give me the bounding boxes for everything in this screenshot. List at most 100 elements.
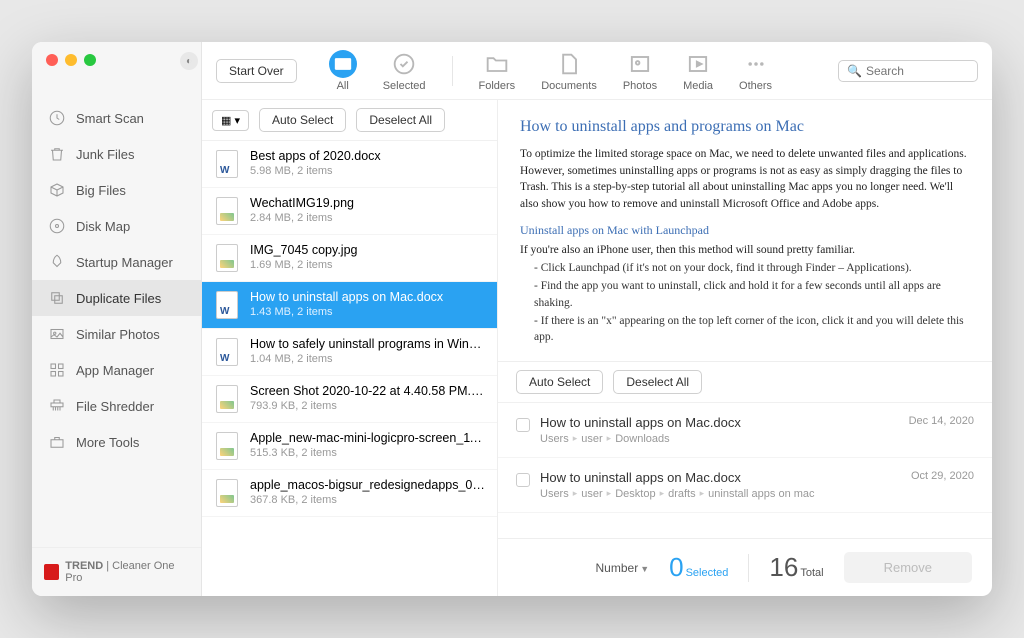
duplicate-checkbox[interactable]: [516, 473, 530, 487]
selected-count: 0Selected: [669, 552, 728, 583]
file-type-icon: [214, 290, 240, 320]
trash-icon: [48, 145, 66, 163]
rocket-icon: [48, 253, 66, 271]
chevron-right-icon: ▸: [700, 488, 705, 499]
file-type-icon: [214, 337, 240, 367]
sidebar-item-duplicate-files[interactable]: Duplicate Files: [32, 280, 201, 316]
filter-documents[interactable]: Documents: [541, 50, 597, 92]
photos-icon: [48, 325, 66, 343]
filter-label: Photos: [623, 80, 657, 92]
list-item[interactable]: How to uninstall apps on Mac.docx 1.43 MB…: [202, 282, 497, 329]
filter-media[interactable]: Media: [683, 50, 713, 92]
file-subtitle: 1.04 MB, 2 items: [250, 353, 485, 365]
duplicate-checkbox[interactable]: [516, 418, 530, 432]
list-actions: ▦ ▾ Auto Select Deselect All: [202, 100, 497, 141]
list-item[interactable]: How to safely uninstall programs in Wind…: [202, 329, 497, 376]
document-preview: How to uninstall apps and programs on Ma…: [498, 100, 992, 362]
sidebar: ◐ Smart Scan Junk Files Big Files Disk Map S…: [32, 42, 202, 596]
chevron-right-icon: ▸: [573, 488, 578, 499]
total-count: 16Total: [769, 552, 823, 583]
file-type-icon: [214, 431, 240, 461]
app-logo-icon: ◐: [180, 52, 198, 70]
sidebar-item-startup-manager[interactable]: Startup Manager: [32, 244, 201, 280]
number-dropdown[interactable]: Number▼: [596, 561, 650, 575]
file-subtitle: 5.98 MB, 2 items: [250, 165, 485, 177]
apps-icon: [48, 361, 66, 379]
filter-tabs: All Selected Folders Documents Photos Media Ot…: [329, 50, 772, 92]
sidebar-item-app-manager[interactable]: App Manager: [32, 352, 201, 388]
chevron-right-icon: ▸: [573, 433, 578, 444]
sidebar-item-label: Disk Map: [76, 219, 130, 234]
filter-label: Folders: [479, 80, 516, 92]
sidebar-item-similar-photos[interactable]: Similar Photos: [32, 316, 201, 352]
brand-footer: TREND | Cleaner One Pro: [32, 547, 201, 596]
list-item[interactable]: Screen Shot 2020-10-22 at 4.40.58 PM.png…: [202, 376, 497, 423]
list-item[interactable]: WechatIMG19.png 2.84 MB, 2 items: [202, 188, 497, 235]
file-type-icon: [214, 243, 240, 273]
maximize-window-button[interactable]: [84, 54, 96, 66]
deselect-all-button[interactable]: Deselect All: [356, 108, 445, 132]
filter-label: Others: [739, 80, 772, 92]
filter-others[interactable]: Others: [739, 50, 772, 92]
filter-all[interactable]: All: [329, 50, 357, 92]
file-subtitle: 515.3 KB, 2 items: [250, 447, 485, 459]
sidebar-item-file-shredder[interactable]: File Shredder: [32, 388, 201, 424]
file-title: WechatIMG19.png: [250, 196, 485, 210]
sidebar-item-smart-scan[interactable]: Smart Scan: [32, 100, 201, 136]
clock-icon: [48, 109, 66, 127]
list-item[interactable]: Best apps of 2020.docx5.98 MB, 2 items: [202, 141, 497, 188]
file-subtitle: 367.8 KB, 2 items: [250, 494, 485, 506]
file-list[interactable]: Best apps of 2020.docx5.98 MB, 2 itemsWe…: [202, 141, 497, 596]
sidebar-item-junk-files[interactable]: Junk Files: [32, 136, 201, 172]
sidebar-item-disk-map[interactable]: Disk Map: [32, 208, 201, 244]
sidebar-item-label: More Tools: [76, 435, 139, 450]
preview-paragraph: To optimize the limited storage space on…: [520, 146, 970, 213]
minimize-window-button[interactable]: [65, 54, 77, 66]
documents-icon: [555, 50, 583, 78]
duplicate-title: How to uninstall apps on Mac.docx: [540, 415, 899, 430]
search-box[interactable]: 🔍: [838, 60, 978, 82]
sidebar-item-label: Similar Photos: [76, 327, 160, 342]
duplicate-title: How to uninstall apps on Mac.docx: [540, 470, 901, 485]
file-type-icon: [214, 196, 240, 226]
sidebar-item-more-tools[interactable]: More Tools: [32, 424, 201, 460]
filter-folders[interactable]: Folders: [479, 50, 516, 92]
filter-selected[interactable]: Selected: [383, 50, 426, 92]
filter-label: Selected: [383, 80, 426, 92]
close-window-button[interactable]: [46, 54, 58, 66]
file-type-icon: [214, 384, 240, 414]
search-input[interactable]: [866, 64, 969, 78]
disk-icon: [48, 217, 66, 235]
sidebar-item-label: App Manager: [76, 363, 154, 378]
auto-select-button[interactable]: Auto Select: [259, 108, 346, 132]
sidebar-item-label: Big Files: [76, 183, 126, 198]
file-list-column: ▦ ▾ Auto Select Deselect All Best apps o…: [202, 100, 498, 596]
dup-auto-select-button[interactable]: Auto Select: [516, 370, 603, 394]
file-title: How to uninstall apps on Mac.docx: [250, 290, 485, 304]
footer: Number▼ 0Selected 16Total Remove: [498, 538, 992, 596]
shredder-icon: [48, 397, 66, 415]
duplicate-path: Users▸user▸Downloads: [540, 433, 899, 445]
chevron-right-icon: ▸: [660, 488, 665, 499]
sidebar-item-big-files[interactable]: Big Files: [32, 172, 201, 208]
duplicate-date: Oct 29, 2020: [911, 470, 974, 482]
file-subtitle: 2.84 MB, 2 items: [250, 212, 485, 224]
duplicate-list[interactable]: How to uninstall apps on Mac.docx Users▸u…: [498, 403, 992, 538]
file-type-icon: [214, 149, 240, 179]
filter-photos[interactable]: Photos: [623, 50, 657, 92]
list-item[interactable]: Apple_new-mac-mini-logicpro-screen_11102…: [202, 423, 497, 470]
file-subtitle: 1.43 MB, 2 items: [250, 306, 485, 318]
divider: [748, 554, 749, 582]
sidebar-item-label: Junk Files: [76, 147, 135, 162]
chevron-down-icon: ▼: [640, 564, 649, 574]
list-item[interactable]: IMG_7045 copy.jpg1.69 MB, 2 items: [202, 235, 497, 282]
view-mode-button[interactable]: ▦ ▾: [212, 110, 249, 131]
all-icon: [329, 50, 357, 78]
dup-deselect-all-button[interactable]: Deselect All: [613, 370, 702, 394]
toolbar: Start Over All Selected Folders Documents Ph…: [202, 42, 992, 100]
remove-button[interactable]: Remove: [844, 552, 972, 583]
list-item[interactable]: apple_macos-bigsur_redesignedapps_0622…3…: [202, 470, 497, 517]
brand-text: TREND | Cleaner One Pro: [65, 560, 189, 584]
start-over-button[interactable]: Start Over: [216, 59, 297, 83]
duplicate-path: Users▸user▸Desktop▸drafts▸uninstall apps…: [540, 488, 901, 500]
